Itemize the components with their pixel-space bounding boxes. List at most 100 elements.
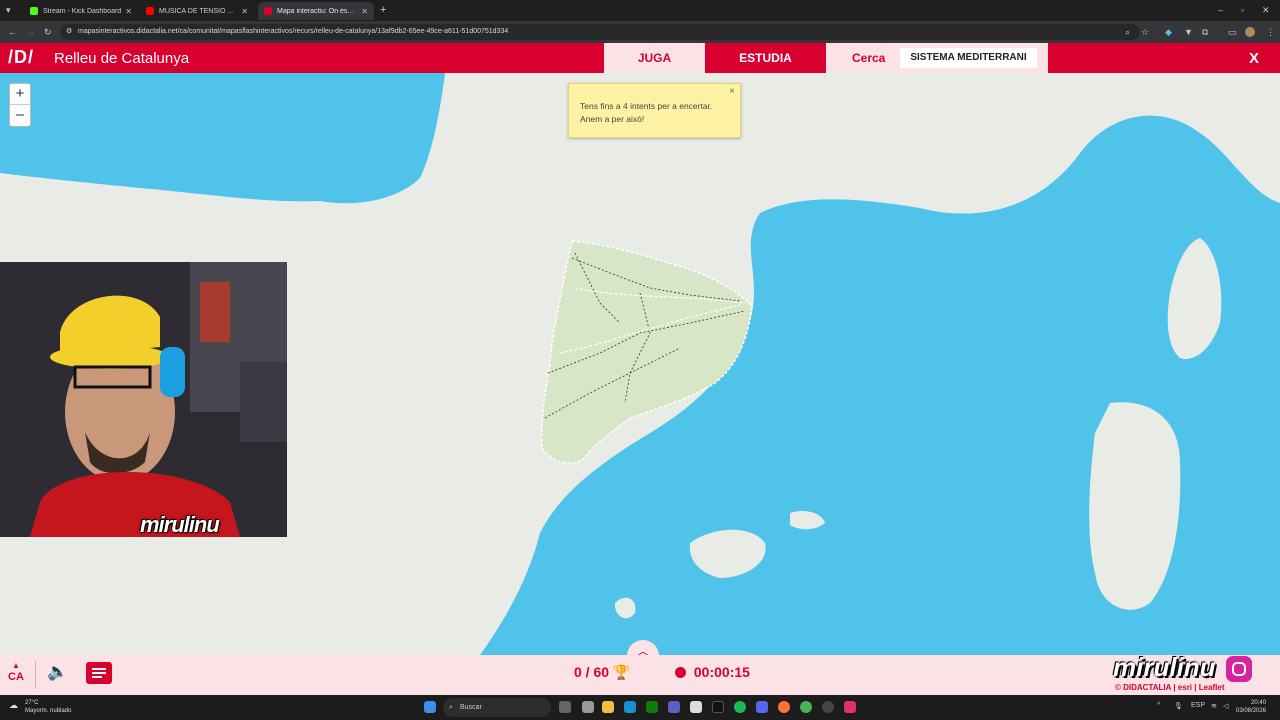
cerca-label: Cerca <box>852 51 886 65</box>
search-icon: ⌕ <box>449 704 453 711</box>
maximize-icon[interactable]: ▫ <box>1241 4 1244 16</box>
tab-juga[interactable]: JUGA <box>604 43 705 73</box>
store-icon[interactable] <box>690 701 702 713</box>
task-view-icon[interactable] <box>559 701 571 713</box>
zoom-icon[interactable]: ⌕ <box>1125 26 1130 38</box>
webcam-feed <box>0 262 287 537</box>
url-text: mapasinteractivos.didactalia.net/ca/comu… <box>78 28 509 35</box>
close-icon[interactable]: × <box>729 85 735 98</box>
browser-tab-bar: ▾ Stream - Kick Dashboard ✕ MÚSICA DE TE… <box>0 0 1280 21</box>
score-value: 0 / 60 <box>574 664 610 680</box>
trophy-icon: 🏆 <box>612 664 631 680</box>
tooltip-line-1: Tens fins a 4 intents per a encertar. <box>580 101 713 111</box>
sound-icon[interactable]: 🔈 <box>47 662 68 682</box>
game-status-bar: ▲ CA 🔈 0 / 60 🏆 00:00:15 <box>0 655 1280 695</box>
instagram-icon <box>1226 656 1252 682</box>
youtube-icon <box>146 7 154 15</box>
tiktok-icon[interactable] <box>712 701 724 713</box>
teams-icon[interactable] <box>668 701 680 713</box>
close-tab-icon[interactable]: ✕ <box>241 7 248 16</box>
clock-date: 03/08/2026 <box>1236 708 1267 714</box>
search-panel: Cerca SISTEMA MEDITERRANI <box>826 43 1048 73</box>
chevron-up-icon: ▲ <box>12 661 20 670</box>
taskbar-search[interactable]: ⌕ Buscar <box>443 698 551 717</box>
stopwatch-icon <box>675 667 686 678</box>
microphone-icon[interactable]: 🎙 <box>1174 702 1183 710</box>
spotify-icon[interactable] <box>734 701 746 713</box>
map-credits: © DIDACTALIA | esri | Leaflet <box>1115 683 1225 692</box>
close-tab-icon[interactable]: ✕ <box>125 7 132 16</box>
wifi-icon[interactable]: ≋ <box>1211 702 1217 710</box>
weather-widget[interactable]: 27°C Mayorm. nublado ☁ <box>9 699 71 715</box>
zoom-in-button[interactable]: + <box>10 84 30 105</box>
close-game-button[interactable]: X <box>1249 50 1259 67</box>
app-header: /D/ Relleu de Catalunya JUGA ESTUDIA Cer… <box>0 43 1280 73</box>
cloud-icon: ☁ <box>9 700 18 710</box>
didactalia-logo[interactable]: /D/ <box>8 47 34 68</box>
discord-icon[interactable] <box>756 701 768 713</box>
windows-taskbar: 27°C Mayorm. nublado ☁ ⌕ Buscar ^ 🎙 ESP … <box>0 695 1280 720</box>
timer: 00:00:15 <box>675 664 750 680</box>
file-explorer-icon[interactable] <box>602 701 614 713</box>
clock[interactable]: 20:40 03/08/2026 <box>1236 699 1266 715</box>
tooltip-line-2: Anem a per això! <box>580 114 645 124</box>
reload-icon[interactable]: ↻ <box>44 26 52 38</box>
tab-mapa-interactiu[interactable]: Mapa interactiu: On és? Relleu... ✕ <box>258 2 374 20</box>
screen: ▾ Stream - Kick Dashboard ✕ MÚSICA DE TE… <box>0 0 1280 720</box>
watermark-logo: mirulinu <box>1113 652 1216 682</box>
firefox-icon[interactable] <box>778 701 790 713</box>
close-tab-icon[interactable]: ✕ <box>361 7 368 16</box>
xbox-icon[interactable] <box>646 701 658 713</box>
page-title: Relleu de Catalunya <box>54 50 190 67</box>
widgets-icon[interactable] <box>582 701 594 713</box>
address-bar[interactable]: ⚙ mapasinteractivos.didactalia.net/ca/co… <box>60 24 1140 40</box>
volume-icon[interactable]: ◁ <box>1223 702 1228 710</box>
edge-icon[interactable] <box>624 701 636 713</box>
tab-title: Stream - Kick Dashboard <box>43 7 122 15</box>
sidebar-icon[interactable]: ▭ <box>1228 26 1237 38</box>
new-tab-button[interactable]: + <box>380 4 386 16</box>
forward-icon[interactable]: → <box>26 26 35 38</box>
search-placeholder: Buscar <box>460 704 482 711</box>
extension-icon[interactable]: ◆ <box>1165 26 1172 38</box>
profile-avatar[interactable] <box>1245 27 1255 37</box>
atlantic-ocean <box>0 73 445 204</box>
tab-kick-dashboard[interactable]: Stream - Kick Dashboard ✕ <box>24 2 138 20</box>
clock-time: 20:40 <box>1251 700 1267 706</box>
language-selector[interactable]: CA <box>8 671 24 683</box>
chevron-up-icon[interactable]: ^ <box>1157 702 1160 709</box>
extension-icon[interactable]: ▼ <box>1184 26 1193 38</box>
obs-icon[interactable] <box>822 701 834 713</box>
weather-description: Mayorm. nublado <box>25 708 72 714</box>
webcam-image <box>0 262 287 537</box>
kick-icon <box>30 7 38 15</box>
score-counter: 0 / 60 🏆 <box>574 664 630 681</box>
search-input[interactable]: SISTEMA MEDITERRANI <box>900 48 1037 68</box>
browser-toolbar: ← → ↻ ⚙ mapasinteractivos.didactalia.net… <box>0 21 1280 43</box>
streamer-overlay-logo: mirulinu <box>140 512 220 537</box>
menu-list-icon[interactable] <box>86 662 112 684</box>
site-info-icon[interactable]: ⚙ <box>66 24 72 40</box>
windows-start-icon[interactable] <box>424 701 436 713</box>
tab-list-icon[interactable]: ▾ <box>6 4 11 16</box>
hint-tooltip: × Tens fins a 4 intents per a encertar. … <box>568 83 741 138</box>
browser-menu-icon[interactable]: ⋮ <box>1266 26 1275 38</box>
didactalia-icon <box>264 7 272 15</box>
tab-estudia[interactable]: ESTUDIA <box>705 43 826 73</box>
bookmark-star-icon[interactable]: ☆ <box>1141 26 1149 38</box>
tab-title: Mapa interactiu: On és? Relleu... <box>277 7 357 15</box>
input-language[interactable]: ESP <box>1191 702 1205 709</box>
zoom-out-button[interactable]: – <box>10 105 30 126</box>
tab-title: MÚSICA DE TENSIÓ D'"EL... <box>159 7 237 15</box>
zoom-control: + – <box>9 83 31 127</box>
tiktok-live-icon[interactable] <box>844 701 856 713</box>
timer-value: 00:00:15 <box>693 664 750 680</box>
divider <box>35 661 36 689</box>
close-window-icon[interactable]: ✕ <box>1262 4 1270 16</box>
temperature: 27°C <box>25 700 39 706</box>
minimize-icon[interactable]: – <box>1218 4 1223 16</box>
extensions-puzzle-icon[interactable]: ⧉ <box>1202 26 1208 38</box>
back-icon[interactable]: ← <box>8 26 17 38</box>
tab-youtube-music[interactable]: MÚSICA DE TENSIÓ D'"EL... ✕ <box>140 2 254 20</box>
chrome-icon[interactable] <box>800 701 812 713</box>
